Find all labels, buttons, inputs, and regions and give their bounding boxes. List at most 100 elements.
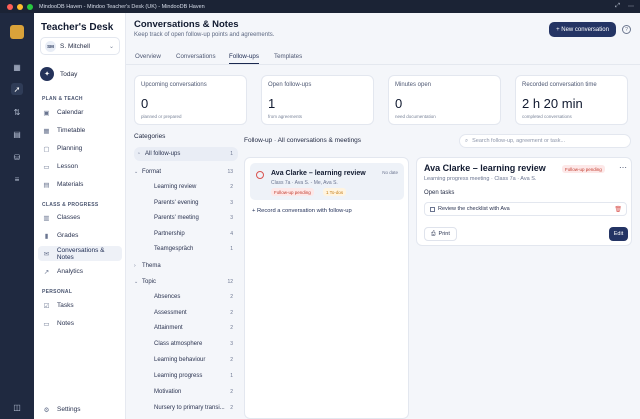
database-icon[interactable]: ⛁ [11,151,23,163]
tab-conversations[interactable]: Conversations [176,53,216,60]
search-input[interactable]: ⌕ Search follow-up, agreement or task... [459,134,631,148]
more-options-icon[interactable]: ⋯ [619,163,627,172]
chevron-down-icon: ⌄ [134,279,139,285]
sidebar-item-planning[interactable]: ▢ Planning [38,141,122,156]
category-teamgespraech[interactable]: Teamgespräch 1 [134,243,238,255]
list-heading: Follow-up · All conversations & meetings [244,137,362,144]
avatar: SM [45,40,56,52]
category-format[interactable]: ⌄ Format 13 [134,166,238,178]
sidebar-item-tasks[interactable]: ☑ Tasks [38,298,122,313]
sidebar-toggle-icon[interactable]: ◫ [11,401,23,413]
category-label: Thema [142,263,161,269]
search-placeholder: Search follow-up, agreement or task... [472,138,566,144]
task-checkbox[interactable] [430,206,435,212]
category-nursery-transition[interactable]: Nursery to primary transi... 2 [134,402,238,414]
edit-button[interactable]: Edit [609,227,628,241]
sidebar-item-notes[interactable]: ▭ Notes [38,316,122,331]
item-meta: Class 7a · Ava S. - Me, Ava S. [271,180,338,186]
category-thema[interactable]: › Thema [134,260,238,272]
icon-rail: ▦ ➚ ⇅ ▤ ⛁ ≡ ◫ [0,13,34,419]
category-partnership[interactable]: Partnership 4 [134,228,238,240]
stat-sub: from agreements [268,114,303,119]
conversations-icon: ✉ [43,250,50,258]
tab-overview[interactable]: Overview [135,53,161,60]
sidebar-item-conversations[interactable]: ✉ Conversations & Notes [38,246,122,261]
help-icon[interactable]: ? [622,25,631,34]
category-topic[interactable]: ⌄ Topic 12 [134,276,238,288]
timetable-icon: ▦ [43,127,50,135]
brand-prefix: Teacher's [41,22,87,33]
stat-card-minutes: Minutes open 0 need documentation [388,75,501,125]
tab-follow-ups[interactable]: Follow-ups [229,53,259,64]
task-text: Review the checklist with Ava [438,206,510,212]
detail-meta: Learning progress meeting · Class 7a · A… [424,176,537,182]
grades-icon: ▮ [44,232,49,240]
more-icon[interactable]: ⋯ [628,3,634,10]
category-absences[interactable]: Absences 2 [134,291,238,303]
categories-title: Categories [134,133,166,140]
sidebar-item-settings[interactable]: ⚙ Settings [38,402,122,417]
category-count: 2 [230,389,233,395]
category-all-follow-ups[interactable]: ◔ All follow-ups 1 [134,147,238,161]
print-button[interactable]: ⎙ Print [424,227,457,241]
category-learning-behaviour[interactable]: Learning behaviour 2 [134,354,238,366]
materials-icon: ▤ [43,181,50,189]
category-parents-evening[interactable]: Parents' evening 3 [134,197,238,209]
dashboard-icon[interactable]: ▦ [11,61,23,73]
tab-templates[interactable]: Templates [274,53,302,60]
section-personal: PERSONAL [42,289,73,295]
user-switcher[interactable]: SM S. Mitchell ⌄ [40,37,120,55]
category-count: 2 [230,310,233,316]
category-label: Teamgespräch [154,246,194,252]
sidebar-item-timetable[interactable]: ▦ Timetable [38,123,122,138]
category-count: 1 [230,246,233,252]
close-window-button[interactable] [7,3,13,10]
category-learning-progress[interactable]: Learning progress 1 [134,370,238,382]
stat-sub: completed conversations [522,114,572,119]
category-label: Assessment [154,310,187,316]
sidebar-item-label: Settings [57,406,81,413]
page-title: Conversations & Notes [134,19,239,30]
category-attainment[interactable]: Attainment 2 [134,322,238,334]
new-conversation-button[interactable]: + New conversation [549,22,616,37]
rocket-icon[interactable]: ➚ [11,83,23,95]
stat-card-follow-ups: Open follow-ups 1 from agreements [261,75,374,125]
category-motivation[interactable]: Motivation 2 [134,386,238,398]
document-icon[interactable]: ▤ [11,128,23,140]
sidebar-item-label: Classes [57,214,81,221]
status-badge: Follow-up pending [562,165,605,173]
category-class-atmosphere[interactable]: Class atmosphere 3 [134,338,238,350]
todo-badge: 1 To-dos [323,188,347,196]
chevron-right-icon: › [134,263,136,269]
fullscreen-icon[interactable]: ⤢ [615,3,620,10]
sidebar-item-analytics[interactable]: ↗ Analytics [38,264,122,279]
sliders-icon[interactable]: ≡ [11,173,23,185]
sidebar-item-grades[interactable]: ▮ Grades [38,228,122,243]
sidebar-item-classes[interactable]: ▥ Classes [38,210,122,225]
sidebar-item-lesson[interactable]: ▭ Lesson [38,159,122,174]
sidebar-item-label: Analytics [57,268,84,275]
gear-icon: ⚙ [43,406,50,414]
zoom-window-button[interactable] [27,3,33,10]
category-count: 4 [230,231,233,237]
category-count: 2 [230,294,233,300]
chevron-down-icon: ⌄ [108,43,114,50]
today-button[interactable]: ✦ Today [40,67,77,81]
category-assessment[interactable]: Assessment 2 [134,307,238,319]
list-item[interactable]: Ava Clarke – learning review No date Cla… [250,163,404,200]
trash-icon[interactable]: 🗑 [614,206,622,213]
detail-panel: Ava Clarke – learning review Follow-up p… [416,157,632,246]
sidebar-item-calendar[interactable]: ▣ Calendar [38,105,122,120]
minimize-window-button[interactable] [17,3,23,10]
sidebar-item-materials[interactable]: ▤ Materials [38,177,122,192]
record-conversation-link[interactable]: + Record a conversation with follow-up [252,208,352,214]
stat-label: Upcoming conversations [141,82,207,88]
sort-icon[interactable]: ⇅ [11,106,23,118]
category-label: Parents' meeting [154,215,199,221]
category-count: 3 [230,215,233,221]
sidebar-item-label: Timetable [57,127,86,134]
category-count: 2 [230,325,233,331]
category-learning-review[interactable]: Learning review 2 [134,181,238,193]
category-count: 3 [230,341,233,347]
category-parents-meeting[interactable]: Parents' meeting 3 [134,212,238,224]
